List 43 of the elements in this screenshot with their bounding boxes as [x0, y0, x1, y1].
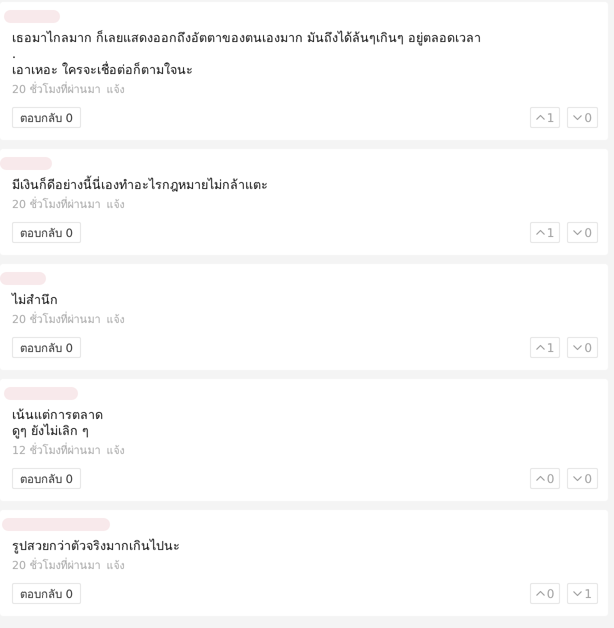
comment-text: เธอมาไกลมาก ก็เลยแสดงออกถึงอัตตาของตนเองมาก มันถึงได้ล้นๆเกินๆ อยู่ตลอดเวลา	[12, 30, 482, 46]
chevron-up-icon	[536, 591, 545, 596]
chevron-up-icon	[536, 476, 545, 481]
chevron-down-icon	[573, 345, 582, 350]
reply-button[interactable]: ตอบกลับ 0	[12, 583, 81, 604]
timestamp: 12 ชั่วโมงที่ผ่านมา	[12, 442, 100, 459]
chevron-up-icon	[536, 345, 545, 350]
reply-button[interactable]: ตอบกลับ 0	[12, 107, 81, 128]
comment-text: .	[12, 46, 17, 62]
report-link[interactable]: แจ้ง	[106, 556, 124, 574]
downvote-button[interactable]: 0	[567, 222, 598, 243]
timestamp: 20 ชั่วโมงที่ผ่านมา	[12, 196, 100, 213]
comment-text: ไม่สำนึก	[12, 292, 59, 308]
reply-button[interactable]: ตอบกลับ 0	[12, 222, 81, 243]
comment-text: ดูๆ ยังไม่เลิก ๆ	[12, 423, 90, 439]
report-link[interactable]: แจ้ง	[106, 442, 124, 458]
downvote-button[interactable]: 1	[567, 583, 598, 604]
chevron-down-icon	[573, 591, 582, 596]
comment-text: เน้นแต่การตลาด	[12, 407, 104, 423]
upvote-button[interactable]: 1	[530, 222, 560, 243]
timestamp: 20 ชั่วโมงที่ผ่านมา	[12, 80, 100, 98]
upvote-button[interactable]: 0	[530, 468, 560, 489]
report-link[interactable]: แจ้ง	[106, 196, 124, 212]
upvote-button[interactable]: 1	[530, 107, 560, 128]
timestamp: 20 ชั่วโมงที่ผ่านมา	[12, 310, 100, 328]
report-link[interactable]: แจ้ง	[106, 80, 124, 98]
downvote-button[interactable]: 0	[567, 468, 598, 489]
reply-button[interactable]: ตอบกลับ 0	[12, 468, 81, 489]
chevron-down-icon	[573, 115, 582, 120]
comment-text: มีเงินก็ดีอย่างนี้นี่เองทำอะไรกฎหมายไม่กล้าแตะ	[12, 177, 269, 193]
upvote-button[interactable]: 0	[530, 583, 560, 604]
downvote-button[interactable]: 0	[567, 107, 598, 128]
reply-button[interactable]: ตอบกลับ 0	[12, 337, 81, 358]
downvote-button[interactable]: 0	[567, 337, 598, 358]
chevron-up-icon	[536, 115, 545, 120]
chevron-up-icon	[536, 230, 545, 235]
timestamp: 20 ชั่วโมงที่ผ่านมา	[12, 556, 100, 574]
chevron-down-icon	[573, 230, 582, 235]
comment-text: เอาเหอะ ใครจะเชื่อต่อก็ตามใจนะ	[12, 62, 194, 78]
chevron-down-icon	[573, 476, 582, 481]
upvote-button[interactable]: 1	[530, 337, 560, 358]
comment-text: รูปสวยกว่าตัวจริงมากเกินไปนะ	[12, 538, 181, 554]
report-link[interactable]: แจ้ง	[106, 310, 124, 328]
